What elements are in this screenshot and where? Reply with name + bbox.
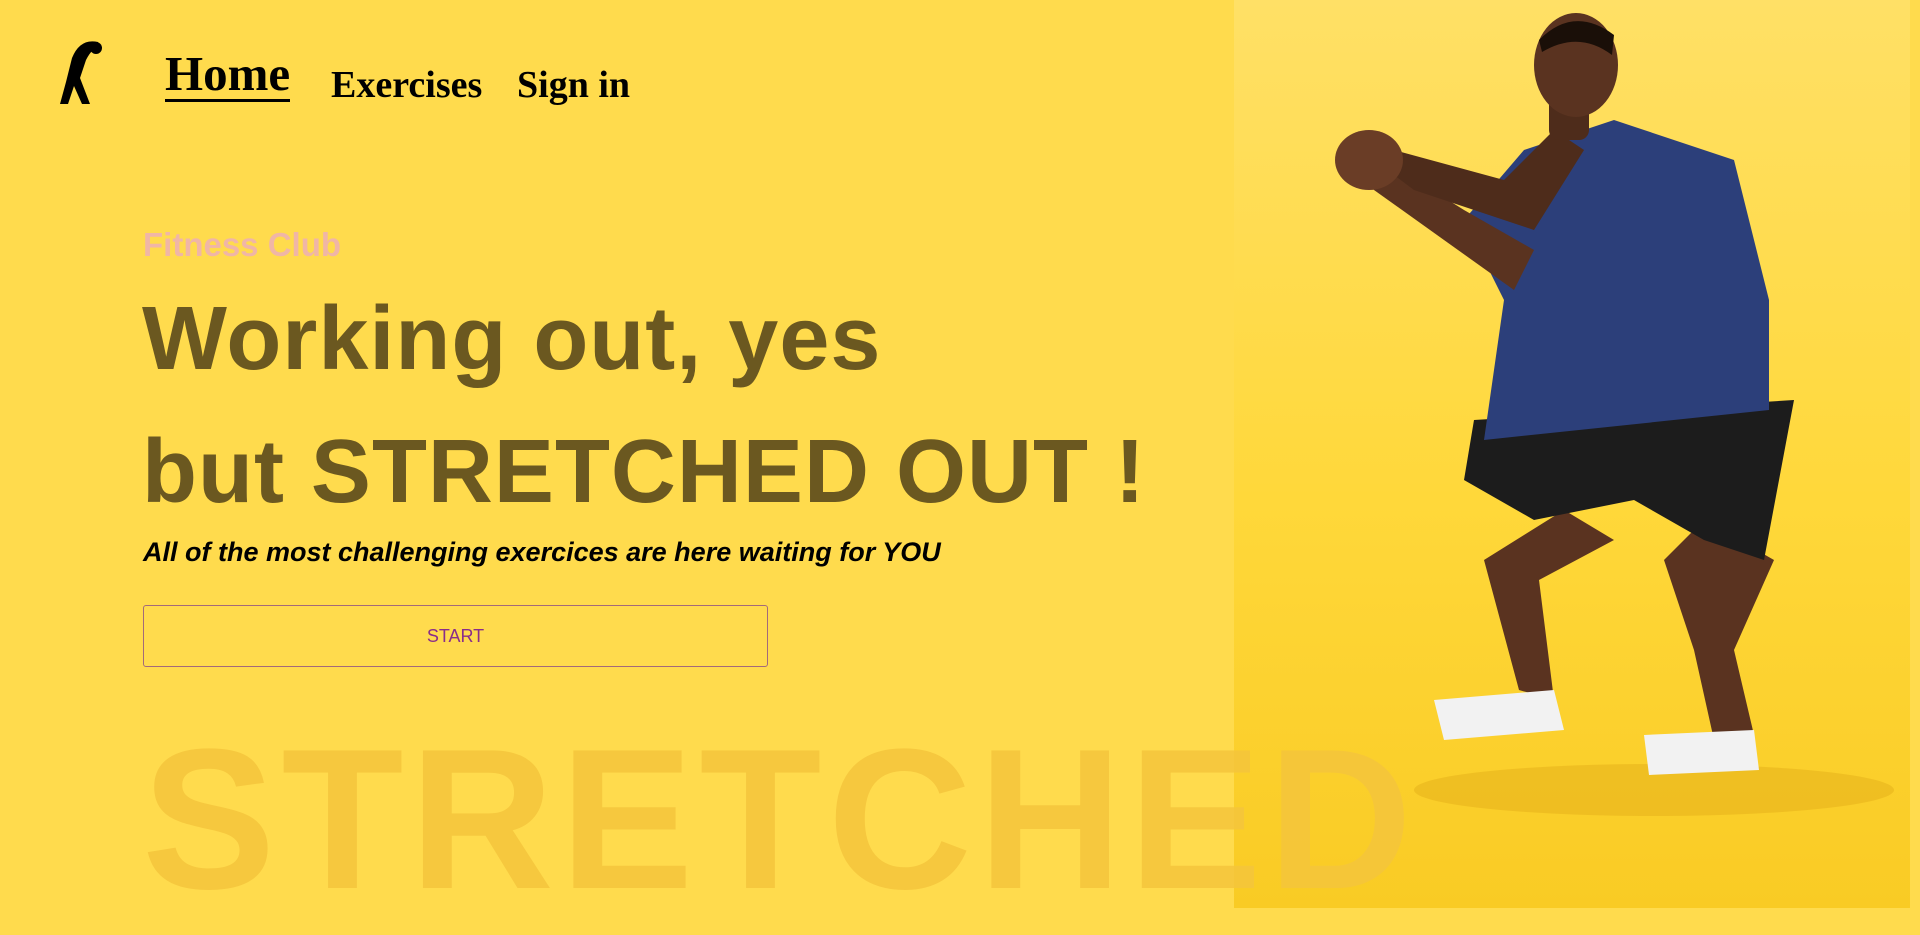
nav-home-link[interactable]: Home xyxy=(165,48,291,103)
start-button[interactable]: START xyxy=(143,605,768,667)
nav-signin-link[interactable]: Sign in xyxy=(517,63,630,107)
hero-eyebrow: Fitness Club xyxy=(143,226,342,263)
hero-headline-line2: but STRETCHED OUT ! xyxy=(142,422,1146,522)
background-watermark: STRETCHED xyxy=(142,708,1419,931)
stretching-person-icon[interactable] xyxy=(58,38,110,108)
hero-headline-line1: Working out, yes xyxy=(142,289,882,389)
nav-exercises-link[interactable]: Exercises xyxy=(331,63,482,107)
top-nav: Home Exercises Sign in xyxy=(0,0,1000,120)
hero-subline: All of the most challenging exercices ar… xyxy=(143,537,941,567)
